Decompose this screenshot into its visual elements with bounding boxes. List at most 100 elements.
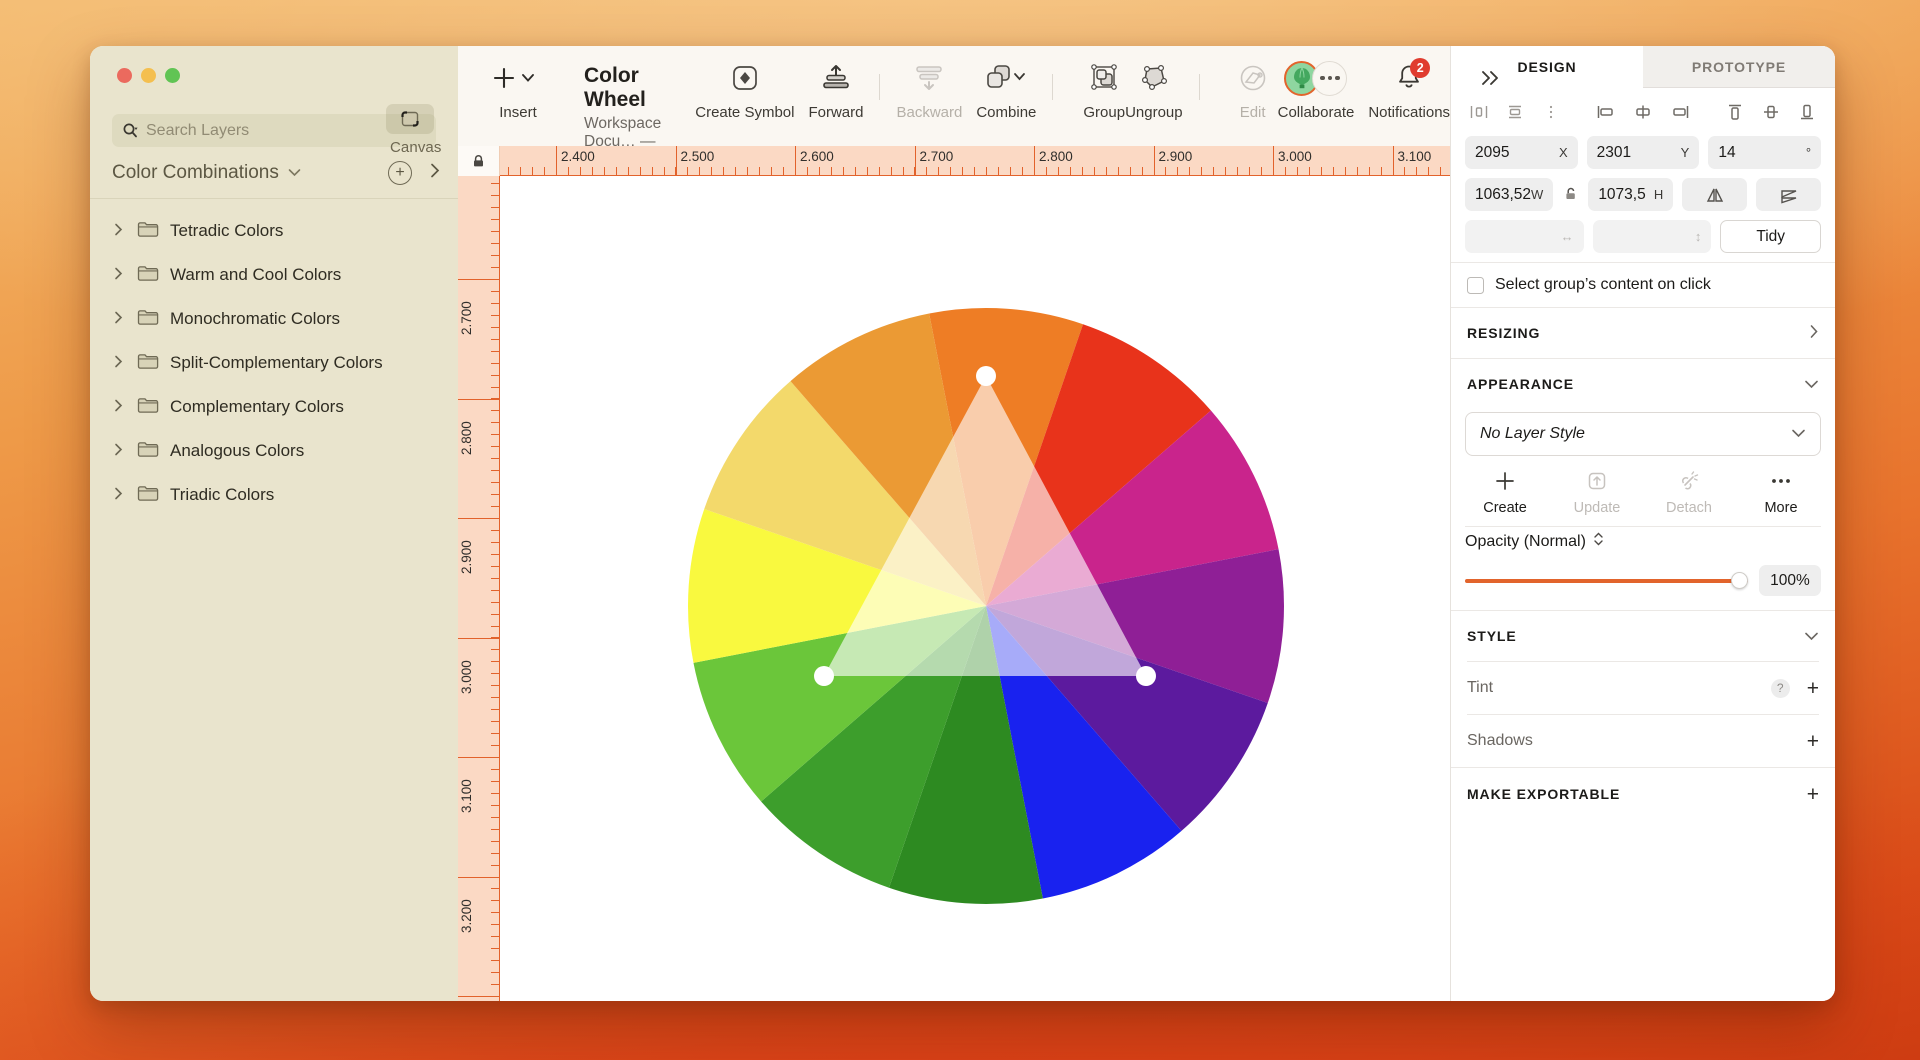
canvas-view-button[interactable] [386,104,434,134]
add-tint-button[interactable]: + [1807,678,1819,699]
add-page-button[interactable]: + [388,161,412,185]
ruler-minor-tick [491,829,499,830]
disclosure-icon[interactable] [114,487,126,504]
flip-horizontal-button[interactable] [1682,178,1748,211]
height-field[interactable]: 1073,5 H [1588,178,1674,211]
chevron-down-icon[interactable] [288,164,301,182]
align-center-horizontal-icon[interactable] [1629,100,1657,124]
combine-button[interactable]: Combine [976,58,1036,121]
help-icon[interactable]: ? [1770,678,1790,698]
backward-button[interactable]: Backward [896,58,962,121]
ruler-lock-button[interactable] [458,146,500,176]
align-more-icon[interactable] [1537,100,1565,124]
opacity-knob[interactable] [1731,572,1748,589]
ungroup-icon [1137,58,1171,98]
chevron-right-icon[interactable] [430,163,440,183]
vertical-ruler[interactable]: 2.7002.8002.9003.0003.1003.2003.300 [458,176,500,1001]
list-item[interactable]: Tetradic Colors [90,209,458,253]
layer-style-select[interactable]: No Layer Style [1465,412,1821,456]
radius-horizontal-field[interactable]: ↔ [1465,220,1584,253]
ruler-minor-tick [491,685,499,686]
notifications-button[interactable]: 2 Notifications [1368,58,1450,121]
triangle-handle[interactable] [1136,666,1156,686]
color-wheel-artwork[interactable] [676,296,1296,916]
ruler-minor-tick [735,167,736,175]
horizontal-ruler[interactable]: 2.400 2.500 2.600 2.700 2.800 2.900 3.000 3.100 [500,146,1450,176]
window-controls [90,46,458,104]
ungroup-button[interactable]: Ungroup [1125,58,1183,121]
ruler-minor-tick [1142,167,1143,175]
disclosure-icon[interactable] [114,399,126,416]
ungroup-label: Ungroup [1125,104,1183,121]
align-right-icon[interactable] [1665,100,1693,124]
collaborate-button[interactable]: Collaborate [1278,58,1354,121]
canvas[interactable] [500,176,1450,1001]
disclosure-icon[interactable] [114,443,126,460]
section-appearance[interactable]: APPEARANCE [1451,359,1835,409]
list-item[interactable]: Complementary Colors [90,385,458,429]
ruler-minor-tick [491,554,499,555]
ruler-minor-tick [759,167,760,175]
align-toolbar [1451,88,1835,136]
opacity-value[interactable]: 100% [1759,565,1821,596]
balloon-icon [1288,65,1315,91]
list-item[interactable]: Triadic Colors [90,473,458,517]
toolbar-overflow-button[interactable] [1476,58,1506,98]
forward-button[interactable]: Forward [808,58,863,121]
disclosure-icon[interactable] [114,311,126,328]
x-field[interactable]: 2095 X [1465,136,1578,169]
opacity-slider[interactable] [1465,572,1748,589]
align-center-vertical-icon[interactable] [1757,100,1785,124]
radius-vertical-field[interactable]: ↕ [1592,220,1712,253]
minimize-button[interactable] [141,68,156,83]
disclosure-icon[interactable] [114,355,126,372]
ruler-minor-tick [903,167,904,175]
list-item[interactable]: Analogous Colors [90,429,458,473]
rotation-field[interactable]: 14 ° [1708,136,1822,169]
flip-vertical-button[interactable] [1756,178,1821,211]
group-button[interactable]: Group [1083,58,1125,121]
select-group-label: Select group’s content on click [1495,276,1711,293]
list-item[interactable]: Monochromatic Colors [90,297,458,341]
more-collaborators-button[interactable] [1312,60,1348,96]
align-left-icon[interactable] [1593,100,1621,124]
stepper-icon[interactable] [1593,531,1604,552]
ruler-minor-tick [1357,167,1358,175]
select-group-content-row[interactable]: Select group’s content on click [1451,263,1835,307]
aspect-lock-button[interactable] [1562,187,1579,202]
insert-button[interactable]: Insert [492,58,544,121]
ruler-minor-tick [1237,167,1238,175]
edit-button[interactable]: Edit [1236,58,1270,121]
more-style-button[interactable]: More [1735,470,1827,516]
disclosure-icon[interactable] [114,223,126,240]
select-group-checkbox[interactable] [1467,276,1484,294]
tab-prototype[interactable]: PROTOTYPE [1643,46,1835,88]
width-field[interactable]: 1063,52 W [1465,178,1554,211]
create-symbol-button[interactable]: Create Symbol [695,58,794,121]
list-item[interactable]: Warm and Cool Colors [90,253,458,297]
tidy-button[interactable]: Tidy [1720,220,1822,253]
triangle-handle[interactable] [814,666,834,686]
align-top-icon[interactable] [1721,100,1749,124]
inspector-tabs: DESIGN PROTOTYPE [1451,46,1835,88]
section-resizing[interactable]: RESIZING [1451,308,1835,358]
ruler-minor-tick [491,363,499,364]
create-style-button[interactable]: Create [1459,470,1551,516]
list-item[interactable]: Split-Complementary Colors [90,341,458,385]
chevron-right-icon [1809,324,1819,343]
zoom-button[interactable] [165,68,180,83]
ruler-minor-tick [1297,167,1298,175]
section-style[interactable]: STYLE [1451,611,1835,661]
ruler-minor-tick [491,745,499,746]
triangle-handle[interactable] [976,366,996,386]
add-shadow-button[interactable]: + [1807,731,1819,752]
close-button[interactable] [117,68,132,83]
add-export-button[interactable]: + [1807,784,1819,805]
disclosure-icon[interactable] [114,267,126,284]
align-bottom-icon[interactable] [1793,100,1821,124]
flip-vertical-icon [1780,189,1796,203]
ruler-minor-tick [520,167,521,175]
toolbar-separator [1052,74,1054,100]
ruler-label: 2.900 [1158,149,1193,164]
y-field[interactable]: 2301 Y [1586,136,1700,169]
